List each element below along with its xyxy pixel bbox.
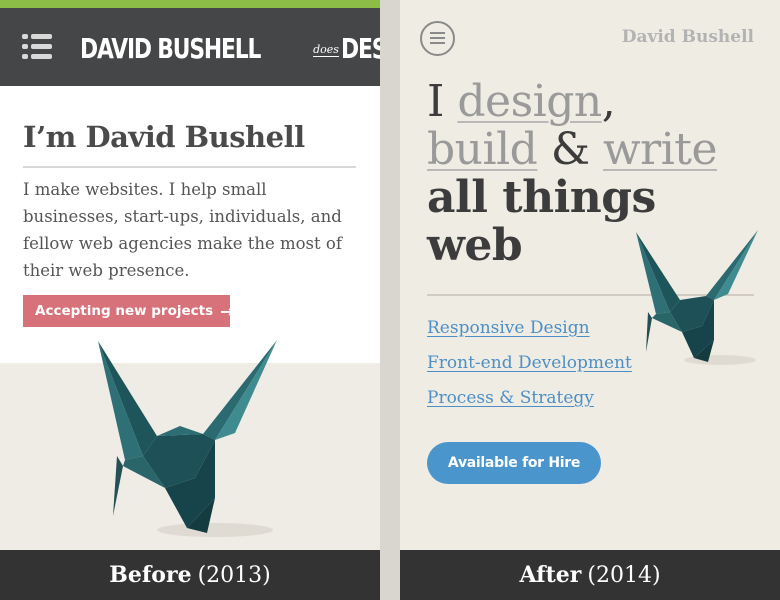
origami-crane-illustration (636, 230, 758, 365)
hero-comma: , (601, 76, 616, 127)
logo-name: DAVID BUSHELL (80, 31, 261, 65)
logo-does: does (313, 43, 339, 57)
origami-crane-illustration (98, 340, 277, 537)
caption-after-label: After (519, 562, 582, 588)
page-title: I’m David Bushell (23, 120, 305, 154)
circle-menu-icon[interactable] (420, 21, 455, 56)
link-responsive-design[interactable]: Responsive Design (427, 318, 632, 339)
hero-all-things: all things (427, 172, 656, 223)
hero-ampersand: & (550, 124, 590, 175)
hero-link-design[interactable]: design (457, 76, 602, 127)
divider (23, 166, 356, 168)
site-logo[interactable]: DAVID BUSHELL does DESIGN (80, 28, 380, 68)
hero-word-i: I (427, 76, 444, 127)
caption-after: After (2014) (400, 550, 780, 600)
caption-before-label: Before (109, 562, 192, 588)
cta-label: Accepting new projects (35, 303, 214, 319)
intro-text: I make websites. I help small businesses… (23, 180, 342, 280)
logo-design: DESIGN (340, 31, 380, 65)
hero-link-build[interactable]: build (427, 124, 538, 175)
site-name[interactable]: David Bushell (622, 27, 754, 47)
services-list: Responsive Design Front-end Development … (427, 318, 632, 423)
accent-stripe (0, 0, 380, 8)
site-header: DAVID BUSHELL does DESIGN (0, 8, 380, 86)
link-front-end-development[interactable]: Front-end Development (427, 353, 632, 374)
accepting-projects-button[interactable]: Accepting new projects → (23, 295, 234, 327)
available-for-hire-button[interactable]: Available for Hire (427, 442, 601, 484)
arrow-right-icon: → (220, 301, 234, 321)
hamburger-list-icon[interactable] (22, 34, 52, 60)
after-panel: David Bushell I design, build & write al… (400, 0, 780, 600)
before-panel: DAVID BUSHELL does DESIGN I’m David Bush… (0, 0, 380, 600)
caption-before-year: (2013) (197, 562, 271, 588)
hero-link-write[interactable]: write (603, 124, 718, 175)
link-process-strategy[interactable]: Process & Strategy (427, 388, 632, 409)
intro-card: I’m David Bushell I make websites. I hel… (0, 86, 380, 363)
caption-after-year: (2014) (587, 562, 661, 588)
caption-before: Before (2013) (0, 550, 380, 600)
